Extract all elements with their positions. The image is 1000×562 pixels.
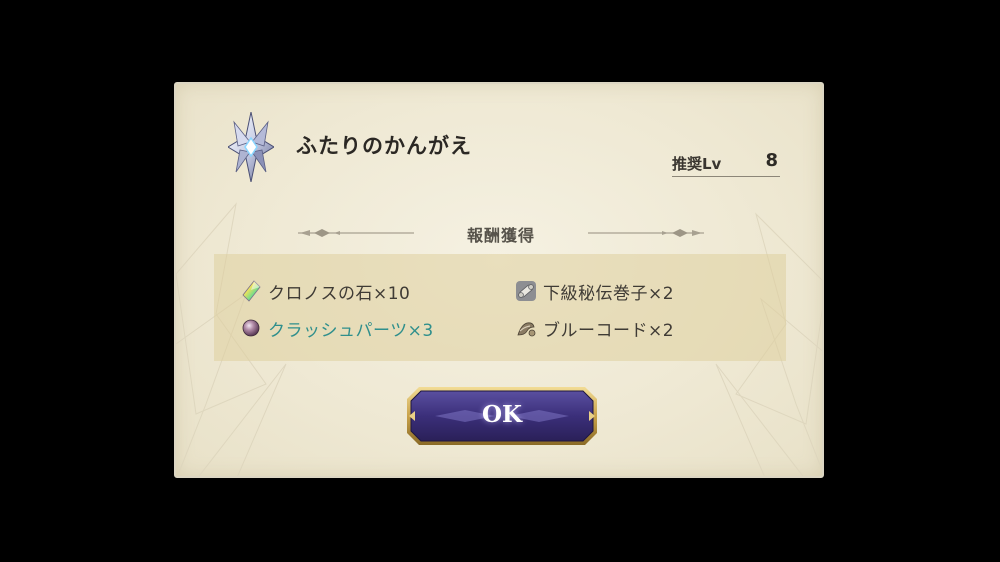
crash-parts-orb-icon — [242, 319, 260, 337]
reward-item-crash-parts: クラッシュパーツ×3 — [240, 315, 434, 341]
recommended-level-label: 推奨Lv — [672, 155, 722, 173]
blue-code-icon — [517, 322, 536, 337]
ok-button[interactable]: OK — [405, 385, 599, 447]
recommended-level-value: 8 — [765, 150, 778, 171]
rewards-panel: クロノスの石×10 下級秘伝巻子×2 クラッシュパーツ×3 ブルーコード×2 — [214, 254, 786, 361]
chronos-stone-icon — [242, 280, 261, 302]
header-ornament-right — [588, 229, 704, 237]
recommended-level: 推奨Lv 8 — [672, 150, 780, 177]
reward-text: クロノスの石×10 — [268, 283, 411, 304]
ok-button-label: OK — [481, 401, 523, 428]
reward-item-chronos-stone: クロノスの石×10 — [240, 278, 410, 304]
scroll-icon — [516, 281, 536, 301]
reward-text: ブルーコード×2 — [543, 320, 675, 341]
rewards-section-header: 報酬獲得 — [296, 220, 706, 246]
reward-dialog: ふたりのかんがえ 推奨Lv 8 報酬獲得 クロノスの石×10 下級秘伝巻子×2 … — [174, 82, 824, 478]
reward-text: クラッシュパーツ×3 — [268, 320, 434, 341]
reward-text: 下級秘伝巻子×2 — [543, 283, 675, 304]
reward-item-blue-code: ブルーコード×2 — [515, 315, 674, 341]
reward-item-scroll: 下級秘伝巻子×2 — [515, 278, 674, 304]
quest-title: ふたりのかんがえ — [296, 133, 472, 158]
crystal-emblem-icon — [228, 112, 274, 182]
